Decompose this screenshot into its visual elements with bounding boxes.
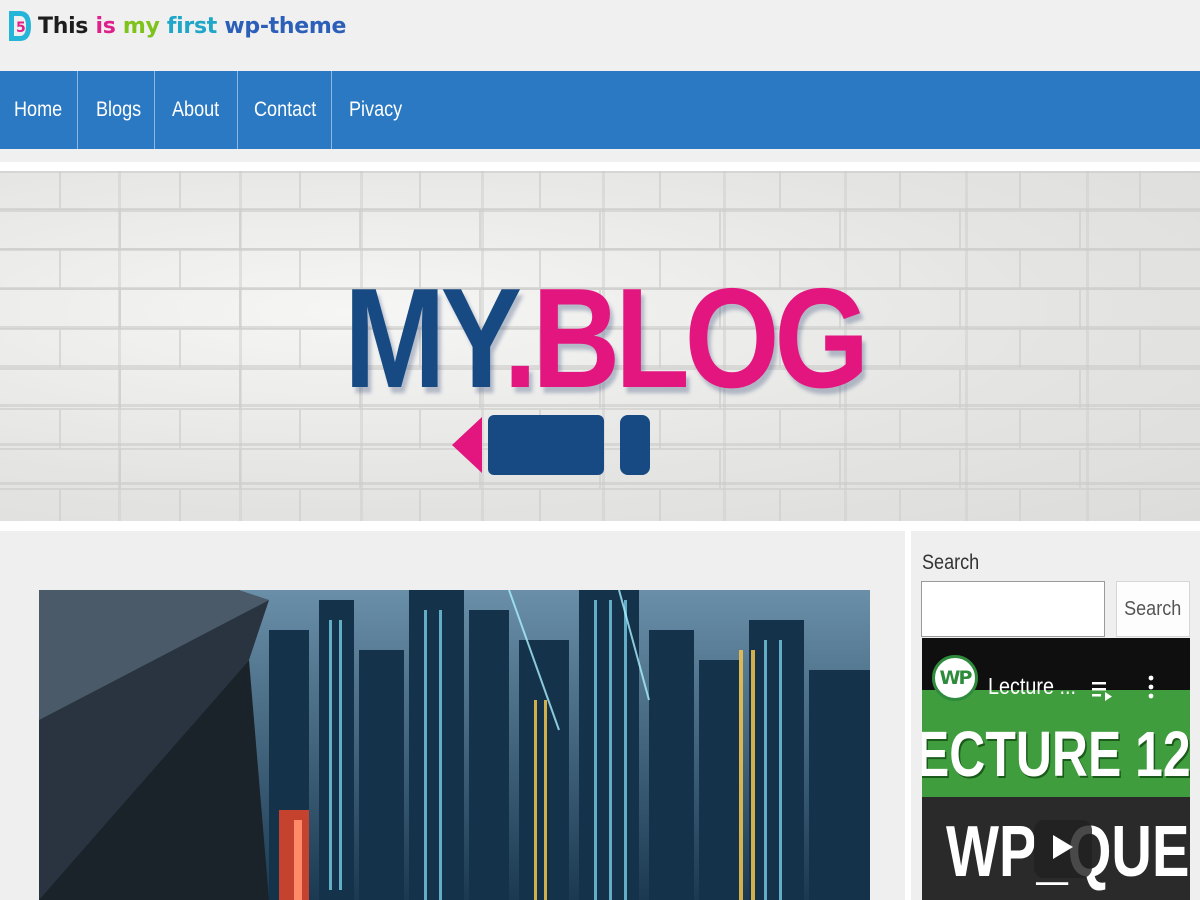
sidebar: Search Search WP Lecture ... ECTURE 12 xyxy=(911,531,1200,900)
channel-avatar[interactable]: WP xyxy=(932,655,978,701)
main-navigation: Home Blogs About Contact Pivacy xyxy=(0,71,1200,149)
nav-item-privacy[interactable]: Pivacy xyxy=(332,71,422,149)
header-banner: MY.BLOG xyxy=(0,171,1200,521)
youtube-video-embed[interactable]: WP Lecture ... ECTURE 12 xyxy=(922,638,1190,900)
thumbnail-lecture-text: ECTURE 12 xyxy=(922,718,1190,790)
d5-logo-icon: 5 xyxy=(6,8,34,44)
video-title-text: Lecture ... xyxy=(988,673,1076,699)
play-icon xyxy=(1051,833,1075,866)
site-header: 5 This is my first wp-theme xyxy=(0,0,1200,71)
search-button-label: Search xyxy=(1124,597,1182,620)
pencil-icon xyxy=(452,415,650,475)
search-button[interactable]: Search xyxy=(1116,581,1190,637)
site-title-word: is xyxy=(88,13,116,39)
site-title: This is my first wp-theme xyxy=(38,14,346,39)
nav-item-label: Contact xyxy=(254,98,317,121)
channel-badge-text: WP xyxy=(939,667,973,689)
nav-item-label: Pivacy xyxy=(349,98,403,121)
playlist-icon[interactable] xyxy=(1092,680,1116,702)
blog-logo-part1: MY xyxy=(344,259,508,418)
featured-image-graphic xyxy=(39,590,870,900)
site-logo-link[interactable]: 5 This is my first wp-theme xyxy=(6,6,346,46)
more-vert-icon[interactable] xyxy=(1146,674,1156,700)
search-label-text: Search xyxy=(922,551,980,574)
blog-logo-part2: .BLOG xyxy=(503,259,869,418)
nav-item-blogs[interactable]: Blogs xyxy=(78,71,155,149)
nav-separator xyxy=(0,149,1200,171)
site-title-word: This xyxy=(38,13,89,39)
content-area: Search Search WP Lecture ... ECTURE 12 xyxy=(0,521,1200,900)
search-label: Search xyxy=(922,551,989,575)
city-night-skyline-image[interactable] xyxy=(39,590,870,900)
site-title-word: my xyxy=(115,13,160,39)
nav-item-label: Home xyxy=(14,98,63,121)
site-title-word: wp-theme xyxy=(216,13,347,39)
main-column xyxy=(0,531,905,900)
nav-item-label: About xyxy=(172,98,220,121)
svg-text:5: 5 xyxy=(16,20,26,36)
nav-item-home[interactable]: Home xyxy=(0,71,78,149)
nav-item-about[interactable]: About xyxy=(155,71,238,149)
nav-item-label: Blogs xyxy=(96,98,142,121)
nav-item-contact[interactable]: Contact xyxy=(238,71,332,149)
site-title-word: first xyxy=(159,13,217,39)
video-title[interactable]: Lecture ... xyxy=(988,673,1090,700)
search-input[interactable] xyxy=(921,581,1105,637)
blog-logo: MY.BLOG xyxy=(344,268,869,410)
play-button[interactable] xyxy=(1034,820,1092,878)
